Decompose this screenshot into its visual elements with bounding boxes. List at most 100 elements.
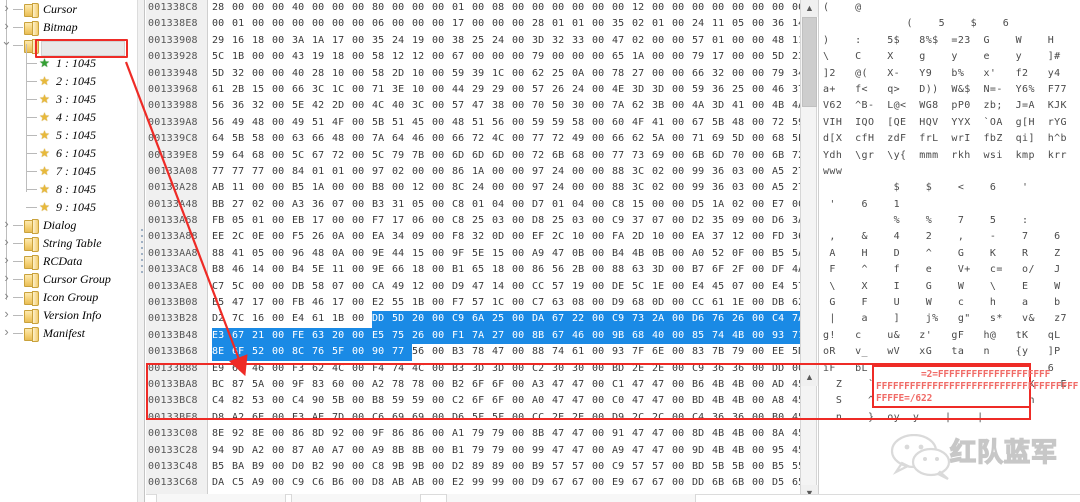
- hex-byte[interactable]: 47: [572, 426, 592, 442]
- hex-byte[interactable]: 00: [752, 459, 772, 475]
- hex-byte[interactable]: 00: [472, 49, 492, 65]
- hex-byte[interactable]: 6F: [712, 262, 732, 278]
- hex-byte[interactable]: 00: [432, 82, 452, 98]
- hex-byte[interactable]: 00: [272, 98, 292, 114]
- hex-byte[interactable]: 00: [432, 164, 452, 180]
- hex-row[interactable]: 00133BC8 C4 82 53 00 C4 90 5B 00 B8 59 59 00 C2 6F 6F 00…: [146, 393, 800, 410]
- hex-byte[interactable]: AB: [392, 475, 412, 491]
- hex-byte[interactable]: 05: [232, 213, 252, 229]
- hex-byte[interactable]: 00: [592, 49, 612, 65]
- hex-byte[interactable]: 00: [572, 180, 592, 196]
- hex-bytes[interactable]: 56 36 32 00 5E 42 2D 00 4C 40 3C 00 57 47 38 00 70 50 30 00…: [208, 98, 800, 114]
- hex-byte[interactable]: 00: [412, 16, 432, 32]
- hex-byte[interactable]: C8: [372, 459, 392, 475]
- hex-byte[interactable]: 00: [652, 33, 672, 49]
- hex-byte[interactable]: 45: [792, 410, 800, 426]
- hex-byte[interactable]: 79: [772, 66, 792, 82]
- hex-byte[interactable]: 00: [432, 295, 452, 311]
- hex-byte[interactable]: 0B: [652, 246, 672, 262]
- hex-byte[interactable]: 00: [752, 148, 772, 164]
- hex-byte[interactable]: 57: [572, 459, 592, 475]
- hex-byte[interactable]: 26: [312, 229, 332, 245]
- panel-splitter[interactable]: [137, 0, 145, 502]
- hex-byte[interactable]: 06: [412, 213, 432, 229]
- hex-byte[interactable]: 00: [272, 82, 292, 98]
- hex-byte[interactable]: D9: [532, 475, 552, 491]
- hex-byte[interactable]: F7: [452, 295, 472, 311]
- hex-byte[interactable]: A1: [452, 426, 472, 442]
- hex-byte[interactable]: 99: [532, 443, 552, 459]
- hex-byte[interactable]: 00: [672, 279, 692, 295]
- hex-byte[interactable]: 00: [592, 475, 612, 491]
- hex-byte[interactable]: 00: [352, 66, 372, 82]
- hex-byte[interactable]: 92: [232, 426, 252, 442]
- hex-byte[interactable]: 5F: [332, 344, 352, 361]
- hex-byte[interactable]: 2C: [552, 229, 572, 245]
- hex-byte[interactable]: 4B: [732, 327, 752, 345]
- hex-byte[interactable]: 0A: [332, 246, 352, 262]
- hex-byte[interactable]: 00: [312, 0, 332, 16]
- hex-byte[interactable]: D0: [292, 459, 312, 475]
- hex-byte[interactable]: 69: [412, 410, 432, 426]
- hex-byte[interactable]: DD: [772, 361, 792, 377]
- hex-byte[interactable]: 83: [692, 344, 712, 360]
- hex-byte[interactable]: 77: [232, 164, 252, 180]
- hex-byte[interactable]: 47: [632, 393, 652, 409]
- hex-byte[interactable]: 00: [432, 0, 452, 16]
- hex-byte[interactable]: 00: [512, 262, 532, 278]
- hex-row[interactable]: 00133B88 E9 69 46 00 F3 62 4C 00 F4 74 4C 00 B3 3D 3D 00…: [146, 360, 800, 377]
- hex-byte[interactable]: 10: [412, 82, 432, 98]
- hex-row[interactable]: 00133AA8 88 41 05 00 96 48 0A 00 9E 44 15 00 9F 5E 15 00…: [146, 245, 800, 263]
- hex-byte[interactable]: 00: [572, 49, 592, 65]
- hex-byte[interactable]: 77: [612, 148, 632, 164]
- hex-byte[interactable]: 79: [532, 49, 552, 65]
- hex-byte[interactable]: C0: [612, 393, 632, 409]
- hex-byte[interactable]: 72: [532, 148, 552, 164]
- hex-row[interactable]: 00133C48 B5 BA B9 00 D0 B2 90 00 C8 9B 9B 00 D2 89 89 00…: [146, 458, 800, 476]
- hex-byte[interactable]: 01: [552, 16, 572, 32]
- hex-byte[interactable]: A0: [692, 246, 712, 262]
- hex-row[interactable]: 00133AC8 B8 46 14 00 B4 5E 11 00 9E 66 18 00 B1 65 18 00…: [146, 262, 800, 279]
- hex-bytes[interactable]: 61 2B 15 00 66 3C 1C 00 71 3E 10 00 44 29 29 00 57 26 24 00…: [208, 82, 800, 98]
- hex-byte[interactable]: 00: [752, 311, 772, 328]
- hex-byte[interactable]: 02: [632, 16, 652, 32]
- hex-row[interactable]: 001339C8 64 5B 58 00 63 66 48 00 7A 64 46 00 66 72 4C 00…: [146, 131, 800, 148]
- splitter-grip[interactable]: [141, 229, 143, 273]
- hex-byte[interactable]: 00: [272, 115, 292, 131]
- hex-byte[interactable]: 00: [512, 131, 532, 147]
- hex-byte[interactable]: 00: [272, 475, 292, 491]
- hex-byte[interactable]: 00: [512, 197, 532, 213]
- hex-byte[interactable]: C2: [452, 393, 472, 409]
- hex-byte[interactable]: 00: [332, 0, 352, 16]
- hex-byte[interactable]: 00: [592, 393, 612, 409]
- hex-byte[interactable]: E4: [772, 279, 792, 295]
- hex-byte[interactable]: 00: [732, 49, 752, 65]
- hex-byte[interactable]: DD: [372, 311, 392, 328]
- hex-byte[interactable]: DB: [772, 295, 792, 311]
- hex-byte[interactable]: 41: [732, 98, 752, 114]
- hex-byte[interactable]: 00: [272, 16, 292, 32]
- hex-byte[interactable]: 00: [752, 33, 772, 49]
- hex-byte[interactable]: 49: [572, 131, 592, 147]
- hex-byte[interactable]: 73: [632, 148, 652, 164]
- hex-byte[interactable]: 36: [772, 16, 792, 32]
- hex-byte[interactable]: 00: [752, 115, 772, 131]
- hex-byte[interactable]: DD: [692, 475, 712, 491]
- hex-byte[interactable]: 00: [752, 295, 772, 311]
- hex-byte[interactable]: 00: [512, 327, 532, 345]
- hex-byte[interactable]: 07: [652, 213, 672, 229]
- hex-byte[interactable]: 8B: [532, 426, 552, 442]
- hex-byte[interactable]: A2: [232, 410, 252, 426]
- hex-byte[interactable]: 14: [792, 16, 800, 32]
- hex-byte[interactable]: C7: [532, 295, 552, 311]
- hex-byte[interactable]: 4B: [732, 426, 752, 442]
- hex-byte[interactable]: 00: [592, 443, 612, 459]
- hex-byte[interactable]: 47: [632, 443, 652, 459]
- hex-byte[interactable]: 00: [272, 279, 292, 295]
- hex-byte[interactable]: 00: [432, 33, 452, 49]
- hex-byte[interactable]: 8E: [212, 426, 232, 442]
- hex-byte[interactable]: 71: [792, 327, 800, 345]
- hex-byte[interactable]: 5D: [212, 66, 232, 82]
- tree-item-rcdata[interactable]: RCData: [0, 252, 137, 270]
- hex-bytes[interactable]: 8E 92 8E 00 86 8D 92 00 9F 86 86 00 A1 79 79 00 8B 47 47 00…: [208, 426, 800, 442]
